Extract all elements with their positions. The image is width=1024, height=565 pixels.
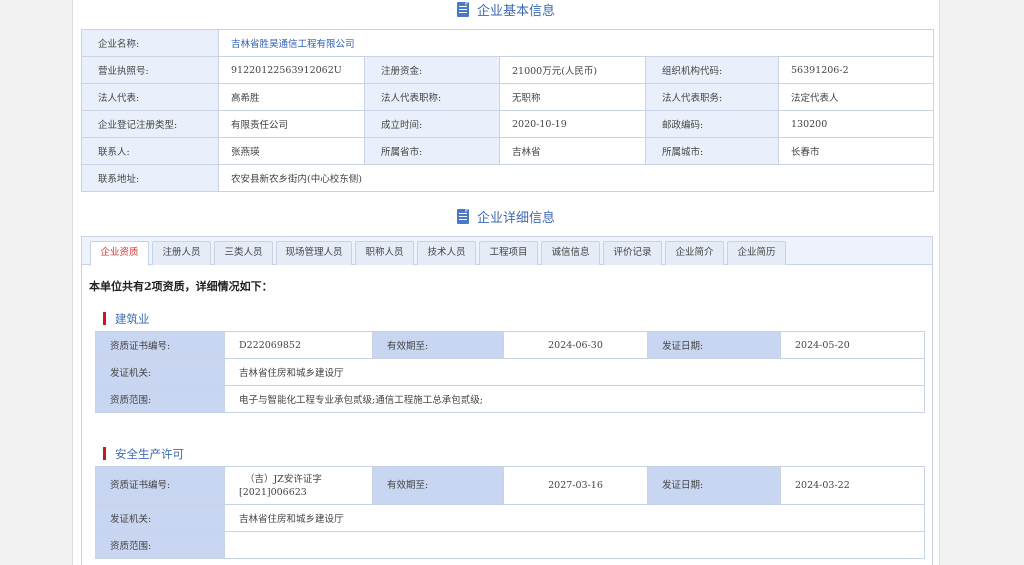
qualification-table-2: 资质证书编号: （吉）JZ安许证字 [2021]006623 有效期至: 202…	[95, 466, 925, 559]
detail-info-title: 企业详细信息	[73, 207, 939, 231]
category-name: 建筑业	[115, 312, 150, 326]
cert-no-line1: （吉）JZ安许证字	[245, 473, 322, 485]
contact-value: 张燕瑛	[218, 137, 365, 165]
valid-value: 2024-06-30	[503, 331, 648, 359]
page-container: 企业基本信息 企业名称: 吉林省胜昊通信工程有限公司 营业执照号: 912201…	[72, 0, 940, 565]
table-row: 营业执照号: 91220122563912062U 注册资金: 21000万元(…	[81, 56, 934, 84]
issuer-value: 吉林省住房和城乡建设厅	[224, 358, 925, 386]
table-row: 企业登记注册类型: 有限责任公司 成立时间: 2020-10-19 邮政编码: …	[81, 110, 934, 138]
scope-label: 资质范围:	[95, 385, 225, 413]
valid-label: 有效期至:	[372, 331, 504, 359]
document-icon	[456, 2, 469, 17]
reg-type-value: 有限责任公司	[218, 110, 365, 138]
tab-technical-staff[interactable]: 技术人员	[417, 241, 476, 265]
issue-date-value: 2024-05-20	[780, 331, 925, 359]
issuer-label: 发证机关:	[95, 504, 225, 532]
detail-info-title-text: 企业详细信息	[476, 211, 555, 226]
city-label: 所属城市:	[645, 137, 779, 165]
category-marker-icon	[103, 312, 106, 325]
qualification-category-title: 建筑业	[103, 311, 150, 327]
postcode-value: 130200	[778, 110, 934, 138]
org-code-label: 组织机构代码:	[645, 56, 779, 84]
scope-value	[224, 531, 925, 559]
category-name: 安全生产许可	[115, 447, 184, 461]
tab-site-managers[interactable]: 现场管理人员	[276, 241, 352, 265]
address-label: 联系地址:	[81, 164, 219, 192]
cert-no-line2: [2021]006623	[239, 486, 307, 498]
table-row: 联系人: 张燕瑛 所属省市: 吉林省 所属城市: 长春市	[81, 137, 934, 165]
qualification-summary: 本单位共有2项资质，详细情况如下：	[89, 280, 273, 293]
province-label: 所属省市:	[364, 137, 500, 165]
tab-projects[interactable]: 工程项目	[479, 241, 538, 265]
basic-info-table: 企业名称: 吉林省胜昊通信工程有限公司 营业执照号: 9122012256391…	[81, 29, 934, 192]
legal-title-value: 无职称	[499, 83, 646, 111]
legal-title-label: 法人代表职称:	[364, 83, 500, 111]
basic-info-title: 企业基本信息	[73, 0, 939, 24]
table-row: 企业名称: 吉林省胜昊通信工程有限公司	[81, 29, 934, 57]
tab-three-class-staff[interactable]: 三类人员	[214, 241, 273, 265]
table-row: 联系地址: 农安县新农乡街内(中心校东侧)	[81, 164, 934, 192]
tab-credit-info[interactable]: 诚信信息	[541, 241, 600, 265]
company-name-link[interactable]: 吉林省胜昊通信工程有限公司	[218, 29, 934, 57]
tab-bar: 企业资质 注册人员 三类人员 现场管理人员 职称人员 技术人员 工程项目 诚信信…	[82, 237, 932, 266]
legal-duty-label: 法人代表职务:	[645, 83, 779, 111]
tab-company-intro[interactable]: 企业简介	[665, 241, 724, 265]
legal-rep-value: 高希胜	[218, 83, 365, 111]
issue-date-label: 发证日期:	[647, 466, 781, 505]
cert-no-value: D222069852	[224, 331, 373, 359]
issuer-value: 吉林省住房和城乡建设厅	[224, 504, 925, 532]
cert-no-label: 资质证书编号:	[95, 331, 225, 359]
license-label: 营业执照号:	[81, 56, 219, 84]
founded-value: 2020-10-19	[499, 110, 646, 138]
category-marker-icon	[103, 447, 106, 460]
province-value: 吉林省	[499, 137, 646, 165]
address-value: 农安县新农乡街内(中心校东侧)	[218, 164, 934, 192]
license-value: 91220122563912062U	[218, 56, 365, 84]
org-code-value: 56391206-2	[778, 56, 934, 84]
reg-type-label: 企业登记注册类型:	[81, 110, 219, 138]
tab-registered-staff[interactable]: 注册人员	[152, 241, 211, 265]
issue-date-value: 2024-03-22	[780, 466, 925, 505]
scope-label: 资质范围:	[95, 531, 225, 559]
document-icon	[456, 209, 469, 224]
basic-info-title-text: 企业基本信息	[476, 4, 555, 19]
tab-qualifications[interactable]: 企业资质	[90, 241, 149, 266]
table-row: 资质范围: 电子与智能化工程专业承包贰级;通信工程施工总承包贰级;	[95, 385, 925, 413]
capital-label: 注册资金:	[364, 56, 500, 84]
legal-rep-label: 法人代表:	[81, 83, 219, 111]
valid-label: 有效期至:	[372, 466, 504, 505]
city-value: 长春市	[778, 137, 934, 165]
cert-no-label: 资质证书编号:	[95, 466, 225, 505]
valid-value: 2027-03-16	[503, 466, 648, 505]
tab-company-history[interactable]: 企业简历	[727, 241, 786, 265]
tab-evaluation-records[interactable]: 评价记录	[603, 241, 662, 265]
founded-label: 成立时间:	[364, 110, 500, 138]
cert-no-value: （吉）JZ安许证字 [2021]006623	[224, 466, 373, 505]
table-row: 法人代表: 高希胜 法人代表职称: 无职称 法人代表职务: 法定代表人	[81, 83, 934, 111]
postcode-label: 邮政编码:	[645, 110, 779, 138]
table-row: 发证机关: 吉林省住房和城乡建设厅	[95, 504, 925, 532]
table-row: 资质证书编号: （吉）JZ安许证字 [2021]006623 有效期至: 202…	[95, 466, 925, 505]
issuer-label: 发证机关:	[95, 358, 225, 386]
scope-value: 电子与智能化工程专业承包贰级;通信工程施工总承包贰级;	[224, 385, 925, 413]
qualification-table-1: 资质证书编号: D222069852 有效期至: 2024-06-30 发证日期…	[95, 331, 925, 413]
capital-value: 21000万元(人民币)	[499, 56, 646, 84]
table-row: 发证机关: 吉林省住房和城乡建设厅	[95, 358, 925, 386]
table-row: 资质范围:	[95, 531, 925, 559]
tab-titled-staff[interactable]: 职称人员	[355, 241, 414, 265]
issue-date-label: 发证日期:	[647, 331, 781, 359]
contact-label: 联系人:	[81, 137, 219, 165]
legal-duty-value: 法定代表人	[778, 83, 934, 111]
company-name-label: 企业名称:	[81, 29, 219, 57]
qualification-category-title: 安全生产许可	[103, 446, 184, 462]
table-row: 资质证书编号: D222069852 有效期至: 2024-06-30 发证日期…	[95, 331, 925, 359]
